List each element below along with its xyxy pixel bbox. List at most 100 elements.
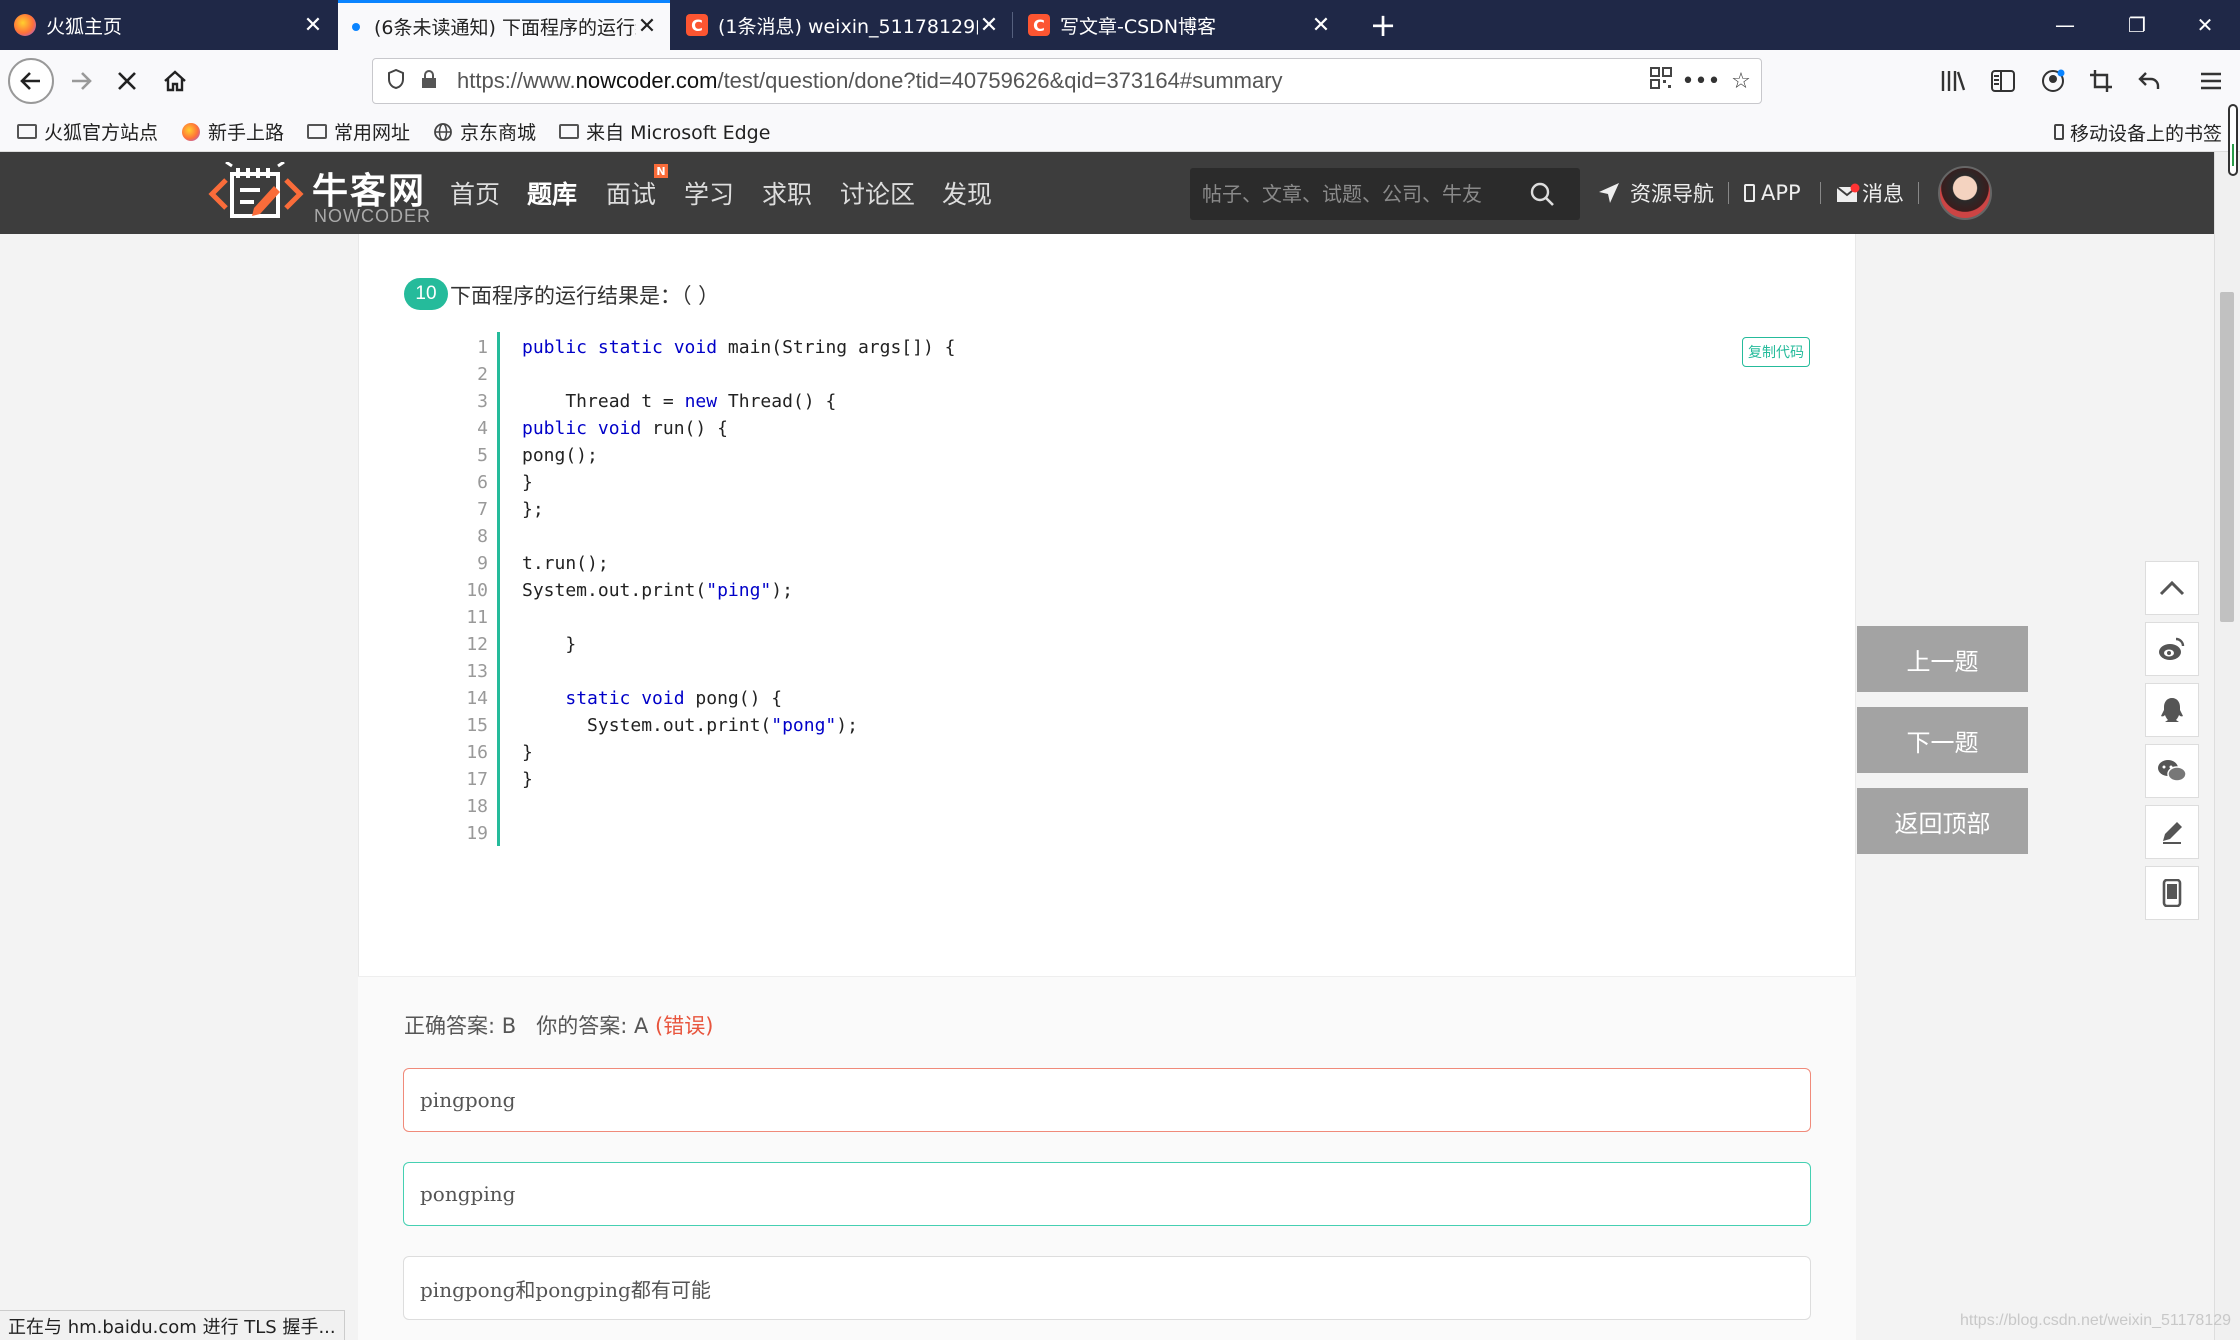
screenshot-icon[interactable] [2084,64,2118,98]
share-weibo-button[interactable] [2145,622,2199,676]
page-scrollbar[interactable] [2214,152,2240,1340]
code-text: } [522,634,577,655]
line-number: 13 [466,661,488,682]
nav-discover[interactable]: 发现 [942,152,992,234]
minimize-button[interactable]: — [2032,0,2098,50]
nav-home[interactable]: 首页 [450,152,500,234]
option-c[interactable]: pingpong和pongping都有可能 [403,1256,1811,1320]
code-keyword: public void [522,418,653,439]
more-actions-icon[interactable]: ••• [1681,69,1721,94]
nav-discussion[interactable]: 讨论区 [840,152,915,234]
stop-icon [118,72,136,90]
edit-button[interactable] [2145,805,2199,859]
star-icon[interactable]: ☆ [1721,69,1761,94]
stop-button[interactable] [104,58,150,104]
qr-code-icon[interactable] [1641,67,1681,95]
restore-button[interactable]: ❐ [2104,0,2170,50]
url-text[interactable]: https://www.nowcoder.com/test/question/d… [457,68,1641,94]
code-text: Thread t = [522,391,685,412]
nav-learn[interactable]: 学习 [684,152,734,234]
shield-icon[interactable] [387,68,409,94]
bookmark-jd[interactable]: 京东商城 [432,118,536,145]
line-number: 4 [477,418,488,439]
prev-question-button[interactable]: 上一题 [1857,626,2028,692]
bookmark-common-sites[interactable]: 常用网址 [306,118,410,145]
close-icon[interactable]: ✕ [1310,13,1332,38]
line-number: 9 [477,553,488,574]
browser-tab-firefox-home[interactable]: 火狐主页 ✕ [0,0,336,50]
close-icon[interactable]: ✕ [302,13,324,38]
scrollbar-thumb[interactable] [2220,292,2234,622]
wechat-icon [2158,760,2187,782]
search-input[interactable] [1202,182,1522,206]
close-icon[interactable]: ✕ [636,14,658,39]
mobile-icon [2162,879,2182,907]
code-text: pong(); [522,445,598,466]
nav-interview[interactable]: 面试 N [606,152,669,234]
correct-answer-label: 正确答案: [404,1014,502,1038]
site-header: 牛客网 NOWCODER 首页 题库 面试 N 学习 求职 讨论区 发现 资源导… [0,152,2214,234]
code-text: pong() { [695,688,783,709]
forward-button[interactable] [58,58,104,104]
bookmark-firefox-official[interactable]: 火狐官方站点 [16,118,158,145]
question-text: 下面程序的运行结果是：（ ） [450,284,720,308]
app-link[interactable]: APP [1744,152,1801,234]
code-keyword: public static void [522,337,728,358]
code-string: "ping" [706,580,772,601]
new-tab-button[interactable]: + [1360,0,1406,50]
window-close-button[interactable]: ✕ [2172,0,2238,50]
line-number: 1 [477,337,488,358]
header-separator [1728,182,1729,204]
mobile-view-button[interactable] [2145,866,2199,920]
nowcoder-logo-icon[interactable] [208,162,304,224]
bookmark-from-edge[interactable]: 来自 Microsoft Edge [558,118,770,145]
next-question-button[interactable]: 下一题 [1857,707,2028,773]
resources-nav-link[interactable]: 资源导航 [1598,152,1714,234]
answer-summary: 正确答案: B 你的答案: A (错误) [404,1010,713,1040]
arrow-left-icon [20,72,40,90]
resources-label: 资源导航 [1630,182,1714,206]
tab-title: (6条未读通知) 下面程序的运行结果 [374,17,636,39]
line-number: 11 [466,607,488,628]
home-button[interactable] [152,58,198,104]
mobile-bookmarks[interactable]: 移动设备上的书签 [2053,112,2222,152]
sidebar-icon[interactable] [1986,64,2020,98]
share-wechat-button[interactable] [2145,744,2199,798]
nav-jobs[interactable]: 求职 [762,152,812,234]
loading-icon [352,22,360,31]
messages-link[interactable]: 消息 [1836,152,1904,234]
browser-tab-csdn-write[interactable]: C 写文章-CSDN博客 ✕ [1014,0,1344,50]
address-bar[interactable]: https://www.nowcoder.com/test/question/d… [372,58,1762,104]
bookmark-getting-started[interactable]: 新手上路 [180,118,284,145]
arrow-right-icon [72,72,92,90]
browser-tab-csdn-messages[interactable]: C (1条消息) weixin_51178129的 ✕ [672,0,1012,50]
option-b[interactable]: pongping [403,1162,1811,1226]
app-label: APP [1761,181,1801,205]
lock-icon[interactable] [421,69,443,94]
scroll-up-button[interactable] [2145,561,2199,615]
pencil-icon [2163,822,2182,844]
search-icon[interactable] [1522,181,1562,207]
account-icon[interactable] [2036,64,2070,98]
browser-tab-strip: 火狐主页 ✕ (6条未读通知) 下面程序的运行结果 ✕ C (1条消息) wei… [0,0,2240,50]
undo-icon[interactable] [2132,64,2166,98]
site-search [1190,168,1580,220]
code-text: ); [771,580,793,601]
share-qq-button[interactable] [2145,683,2199,737]
bookmark-label: 新手上路 [208,122,285,144]
back-to-top-button[interactable]: 返回顶部 [1857,788,2028,854]
code-text: } [522,472,533,493]
mobile-bookmarks-label: 移动设备上的书签 [2069,122,2222,145]
option-a[interactable]: pingpong [403,1068,1811,1132]
code-keyword: static void [565,688,696,709]
user-avatar[interactable] [1938,166,1992,220]
csdn-icon: C [686,14,708,36]
back-button[interactable] [8,58,54,104]
menu-icon[interactable] [2194,64,2228,98]
new-badge: N [654,164,669,178]
code-keyword: new [684,391,728,412]
nav-question-bank[interactable]: 题库 [527,152,577,234]
library-icon[interactable] [1936,64,1970,98]
close-icon[interactable]: ✕ [978,13,1000,38]
browser-tab-nowcoder[interactable]: (6条未读通知) 下面程序的运行结果 ✕ [338,0,670,50]
